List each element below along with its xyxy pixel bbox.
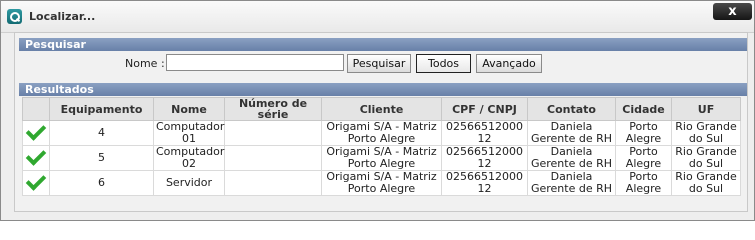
serie-cell (224, 120, 322, 146)
equipamento-cell: 4 (49, 120, 154, 146)
dialog-content: Pesquisar Nome : Pesquisar Todos Avançad… (14, 32, 748, 212)
cidade-cell: Porto Alegre (615, 145, 672, 171)
nome-cell: Computador 02 (153, 145, 225, 171)
search-row: Nome : Pesquisar Todos Avançado (19, 52, 747, 76)
cpf-cnpj-cell: 02566512000 12 (441, 170, 528, 196)
avancado-button[interactable]: Avançado (476, 54, 542, 73)
table-row[interactable]: 5 Computador 02 Origami S/A - Matriz Por… (22, 145, 741, 171)
status-cell (22, 120, 50, 146)
cliente-cell: Origami S/A - Matriz Porto Alegre (321, 120, 442, 146)
pesquisar-section-header: Pesquisar (19, 38, 747, 51)
nome-cell: Servidor (153, 170, 225, 196)
column-header-equipamento[interactable]: Equipamento (49, 97, 154, 121)
contato-cell: Daniela Gerente de RH (527, 145, 616, 171)
serie-cell (224, 170, 322, 196)
table-header-row: Equipamento Nome Número de série Cliente… (22, 97, 741, 121)
column-header-contato[interactable]: Contato (527, 97, 616, 121)
todos-button[interactable]: Todos (416, 54, 471, 73)
resultados-section-header: Resultados (19, 83, 747, 96)
localizar-dialog: Localizar... x Pesquisar Nome : Pesquisa… (0, 0, 755, 221)
title-bar: Localizar... x (1, 1, 754, 33)
cidade-cell: Porto Alegre (615, 170, 672, 196)
column-header-cpf-cnpj[interactable]: CPF / CNPJ (441, 97, 528, 121)
contato-cell: Daniela Gerente de RH (527, 120, 616, 146)
table-row[interactable]: 4 Computador 01 Origami S/A - Matriz Por… (22, 120, 741, 146)
table-row[interactable]: 6 Servidor Origami S/A - Matriz Porto Al… (22, 170, 741, 196)
column-header-cliente[interactable]: Cliente (321, 97, 442, 121)
cliente-cell: Origami S/A - Matriz Porto Alegre (321, 145, 442, 171)
cpf-cnpj-cell: 02566512000 12 (441, 145, 528, 171)
cidade-cell: Porto Alegre (615, 120, 672, 146)
pesquisar-button[interactable]: Pesquisar (347, 54, 411, 73)
column-header-status[interactable] (22, 97, 50, 121)
cpf-cnpj-cell: 02566512000 12 (441, 120, 528, 146)
uf-cell: Rio Grande do Sul (671, 170, 741, 196)
status-cell (22, 170, 50, 196)
search-app-icon (7, 9, 22, 24)
column-header-nome[interactable]: Nome (153, 97, 225, 121)
serie-cell (224, 145, 322, 171)
close-button[interactable]: x (713, 3, 752, 20)
nome-cell: Computador 01 (153, 120, 225, 146)
cliente-cell: Origami S/A - Matriz Porto Alegre (321, 170, 442, 196)
check-icon (25, 170, 47, 191)
column-header-numero-serie[interactable]: Número de série (224, 97, 322, 121)
equipamento-cell: 5 (49, 145, 154, 171)
nome-input[interactable] (166, 54, 344, 71)
uf-cell: Rio Grande do Sul (671, 145, 741, 171)
check-icon (25, 120, 47, 141)
equipamento-cell: 6 (49, 170, 154, 196)
status-cell (22, 145, 50, 171)
uf-cell: Rio Grande do Sul (671, 120, 741, 146)
nome-label: Nome : (125, 57, 165, 70)
contato-cell: Daniela Gerente de RH (527, 170, 616, 196)
dialog-title: Localizar... (29, 10, 96, 23)
check-icon (25, 145, 47, 166)
column-header-cidade[interactable]: Cidade (615, 97, 672, 121)
results-table: Equipamento Nome Número de série Cliente… (22, 97, 741, 196)
column-header-uf[interactable]: UF (671, 97, 741, 121)
